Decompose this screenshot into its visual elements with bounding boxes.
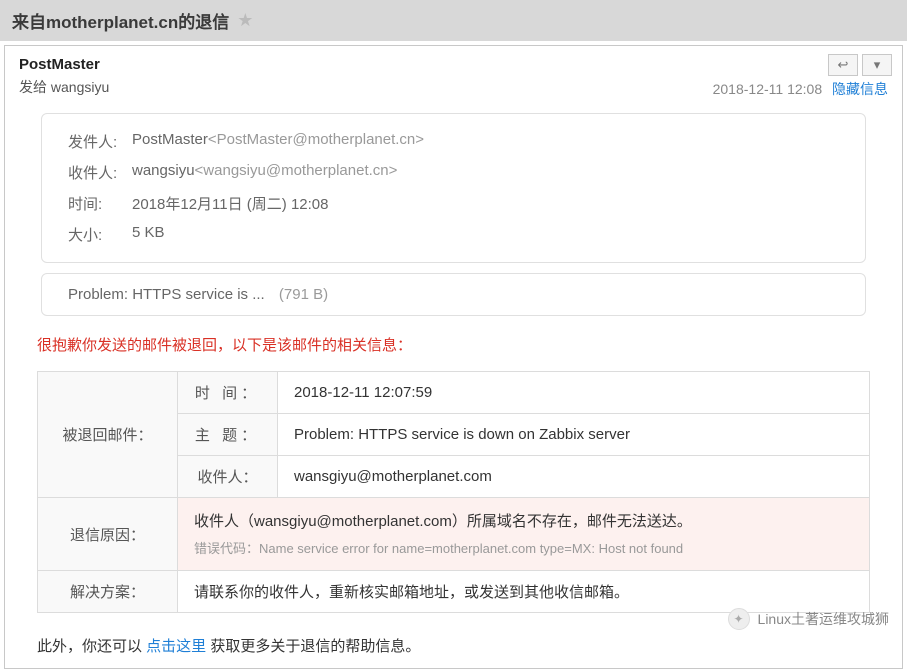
to-name: wangsiyu [51,79,109,95]
table-row: 被退回邮件： 时 间： 2018-12-11 12:07:59 [38,372,870,414]
recipient-name: wangsiyu [132,162,195,183]
bounce-header-message: 很抱歉你发送的邮件被退回，以下是该邮件的相关信息： [37,334,870,355]
detail-size: 大小: 5 KB [68,219,847,250]
star-icon[interactable]: ★ [237,10,253,31]
from-line: PostMaster [19,56,888,73]
detail-recipient: 收件人: wangsiyu <wangsiyu@motherplanet.cn> [68,157,847,188]
table-row: 解决方案： 请联系你的收件人，重新核实邮箱地址，或发送到其他收信邮箱。 [38,571,870,613]
solution-label: 解决方案： [38,571,178,613]
returned-mail-label: 被退回邮件： [38,372,178,498]
detail-sender: 发件人: PostMaster <PostMaster@motherplanet… [68,126,847,157]
more-actions-button[interactable]: ▾ [862,54,892,76]
reply-button[interactable]: ↩ [828,54,858,76]
click-here-link[interactable]: 点击这里 [146,638,206,655]
hide-details-link[interactable]: 隐藏信息 [832,81,888,97]
attachment-box[interactable]: Problem: HTTPS service is ... (791 B) [41,273,866,316]
table-row: 退信原因： 收件人（wansgiyu@motherplanet.com）所属域名… [38,498,870,571]
size-value: 5 KB [132,224,165,245]
from-name: PostMaster [19,56,100,73]
mail-subject: 来自motherplanet.cn的退信 [12,8,229,33]
attachment-name: Problem: HTTPS service is ... [68,286,265,303]
error-code: 错误代码：Name service error for name=motherp… [194,537,853,560]
reason-label: 退信原因： [38,498,178,571]
bt-time-value: 2018-12-11 12:07:59 [278,372,870,414]
sender-name: PostMaster [132,131,208,152]
bt-time-label: 时 间： [178,372,278,414]
sender-label: 发件人: [68,131,128,152]
footnote: 此外，你还可以 点击这里 获取更多关于退信的帮助信息。 [37,635,870,656]
bt-subject-label: 主 题： [178,414,278,456]
watermark: ✦ Linux土著运维攻城狮 [728,608,889,630]
footnote-prefix: 此外，你还可以 [37,638,146,655]
timestamp: 2018-12-11 12:08 [713,81,823,97]
to-prefix: 发给 [19,79,51,95]
subject-bar: 来自motherplanet.cn的退信 ★ [0,0,907,41]
meta-line: 2018-12-11 12:08 隐藏信息 [19,79,888,99]
bt-subject-value: Problem: HTTPS service is down on Zabbix… [278,414,870,456]
bounce-table: 被退回邮件： 时 间： 2018-12-11 12:07:59 主 题： Pro… [37,371,870,613]
size-label: 大小: [68,224,128,245]
recipient-label: 收件人: [68,162,128,183]
reason-text: 收件人（wansgiyu@motherplanet.com）所属域名不存在，邮件… [194,513,692,530]
sender-email: <PostMaster@motherplanet.cn> [208,131,424,152]
details-box: 发件人: PostMaster <PostMaster@motherplanet… [41,113,866,263]
bt-recipient-label: 收件人： [178,456,278,498]
watermark-text: Linux土著运维攻城狮 [758,609,889,629]
header-actions: ↩ ▾ [828,54,892,76]
recipient-email: <wangsiyu@motherplanet.cn> [195,162,398,183]
time-label: 时间: [68,193,128,214]
footnote-suffix: 获取更多关于退信的帮助信息。 [206,638,420,655]
mail-header-pane: ↩ ▾ PostMaster 发给 wangsiyu 2018-12-11 12… [4,45,903,669]
bt-recipient-value: wansgiyu@motherplanet.com [278,456,870,498]
wechat-icon: ✦ [728,608,750,630]
attachment-size: (791 B) [279,286,328,303]
reason-cell: 收件人（wansgiyu@motherplanet.com）所属域名不存在，邮件… [178,498,870,571]
time-value: 2018年12月11日 (周二) 12:08 [132,193,329,214]
solution-text: 请联系你的收件人，重新核实邮箱地址，或发送到其他收信邮箱。 [178,571,870,613]
detail-time: 时间: 2018年12月11日 (周二) 12:08 [68,188,847,219]
